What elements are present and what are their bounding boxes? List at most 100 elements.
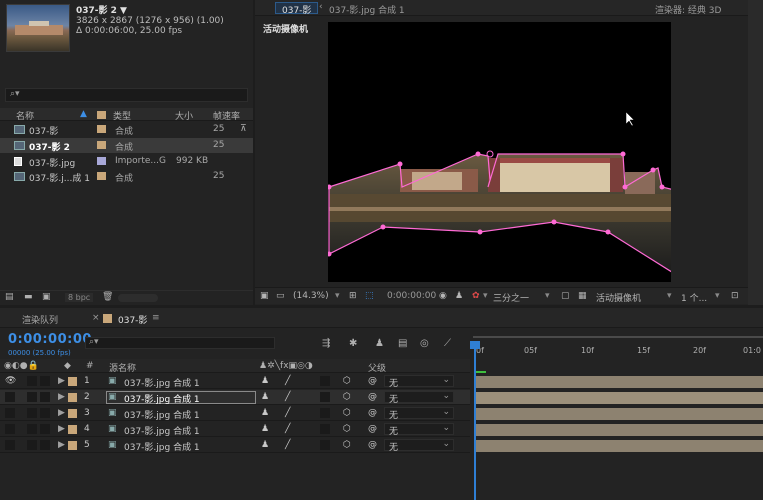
- shy-layers-icon[interactable]: ♟: [375, 338, 384, 349]
- quality-switch-icon[interactable]: ╱: [285, 376, 290, 386]
- parent-dropdown[interactable]: 无 ⌄: [384, 439, 454, 453]
- resolution-dropdown[interactable]: 三分之一: [493, 291, 529, 304]
- renderer-label[interactable]: 渲染器: 经典 3D: [655, 3, 721, 16]
- time-ruler[interactable]: 0f 05f 10f 15f 20f 01:0: [470, 338, 763, 368]
- parent-dropdown[interactable]: 无 ⌄: [384, 391, 454, 405]
- bit-depth-button[interactable]: 8 bpc: [65, 293, 94, 302]
- 3d-layer-icon[interactable]: ⬡: [343, 408, 351, 418]
- solo-toggle[interactable]: [27, 440, 37, 450]
- expand-arrow-icon[interactable]: ▶: [58, 376, 65, 386]
- quality-switch-icon[interactable]: ╱: [285, 440, 290, 450]
- project-item[interactable]: 037-影.j...成 1 合成 25: [0, 169, 253, 184]
- camera-view-dropdown[interactable]: 活动摄像机: [596, 291, 641, 304]
- comp-viewer-tab[interactable]: 037-影: [275, 2, 319, 16]
- expand-arrow-icon[interactable]: ▶: [58, 440, 65, 450]
- 3d-layer-icon[interactable]: ⬡: [343, 440, 351, 450]
- pickwhip-icon[interactable]: @: [368, 424, 377, 434]
- current-time-display[interactable]: 0:00:00:00: [8, 332, 92, 347]
- motion-blur-switch[interactable]: [320, 440, 330, 450]
- label-swatch[interactable]: [97, 157, 106, 165]
- layer-duration-bar[interactable]: [475, 392, 763, 404]
- layer-name[interactable]: 037-影.jpg 合成 1: [124, 408, 200, 421]
- layer-label-swatch[interactable]: [68, 377, 77, 386]
- shy-switch-icon[interactable]: ♟: [261, 376, 269, 386]
- motion-blur-switch[interactable]: [320, 376, 330, 386]
- show-snapshot-icon[interactable]: ♟: [455, 291, 463, 301]
- toggle-pixel-aspect-icon[interactable]: ⊡: [731, 291, 739, 301]
- lock-toggle[interactable]: [40, 440, 50, 450]
- layer-name[interactable]: 037-影.jpg 合成 1: [124, 440, 200, 453]
- layer-duration-bar[interactable]: [475, 408, 763, 420]
- frame-blending-icon[interactable]: ▤: [398, 338, 407, 349]
- layer-row[interactable]: ▶ 4 ▣ 037-影.jpg 合成 1 ♟ ╱ ⬡ @ 无 ⌄: [0, 422, 470, 437]
- layer-label-swatch[interactable]: [68, 441, 77, 450]
- motion-blur-switch[interactable]: [320, 408, 330, 418]
- layer-name[interactable]: 037-影.jpg 合成 1: [124, 392, 200, 405]
- video-toggle[interactable]: [5, 424, 15, 434]
- comp-breadcrumb[interactable]: 037-影.jpg 合成 1: [329, 3, 405, 16]
- lock-toggle[interactable]: [40, 408, 50, 418]
- color-channels-icon[interactable]: ✿: [472, 291, 480, 301]
- layer-label-swatch[interactable]: [68, 425, 77, 434]
- motion-blur-switch[interactable]: [320, 392, 330, 402]
- col-layer-number[interactable]: #: [86, 361, 94, 371]
- region-of-interest-icon[interactable]: ▢: [561, 291, 570, 301]
- right-panel-strip[interactable]: [748, 0, 763, 305]
- col-source-name[interactable]: 源名称: [109, 361, 136, 374]
- tab-render-queue[interactable]: 渲染队列: [22, 313, 58, 326]
- motion-blur-icon[interactable]: ◎: [420, 338, 429, 349]
- video-toggle[interactable]: [5, 440, 15, 450]
- layer-row[interactable]: ▶ 2 ▣ 037-影.jpg 合成 1 ♟ ╱ ⬡ @ 无 ⌄: [0, 390, 470, 405]
- pickwhip-icon[interactable]: @: [368, 408, 377, 418]
- project-scrollbar[interactable]: [118, 294, 158, 302]
- quality-switch-icon[interactable]: ╱: [285, 408, 290, 418]
- layer-duration-bar[interactable]: [475, 424, 763, 436]
- pickwhip-icon[interactable]: @: [368, 392, 377, 402]
- project-item[interactable]: 037-影.jpg Importe...G 992 KB: [0, 154, 253, 169]
- label-swatch[interactable]: [97, 141, 106, 149]
- col-parent[interactable]: 父级: [368, 361, 386, 374]
- comp-mini-flowchart-icon[interactable]: ⇶: [322, 338, 330, 349]
- trash-icon[interactable]: 🗑: [102, 292, 113, 302]
- layer-name[interactable]: 037-影.jpg 合成 1: [124, 424, 200, 437]
- chevron-down-icon[interactable]: ▾: [545, 291, 550, 301]
- solo-toggle[interactable]: [27, 376, 37, 386]
- label-column-icon[interactable]: ◆: [64, 361, 71, 371]
- shy-switch-icon[interactable]: ♟: [261, 440, 269, 450]
- graph-editor-icon[interactable]: ⟋: [444, 338, 451, 349]
- flowchart-icon[interactable]: ⊼: [240, 124, 247, 134]
- chevron-down-icon[interactable]: ▾: [667, 291, 672, 301]
- layer-name[interactable]: 037-影.jpg 合成 1: [124, 376, 200, 389]
- new-folder-icon[interactable]: ▬: [24, 292, 33, 302]
- transparency-grid-icon[interactable]: ▦: [578, 291, 587, 301]
- lock-toggle[interactable]: [40, 424, 50, 434]
- solo-toggle[interactable]: [27, 424, 37, 434]
- switches-icons[interactable]: ♟✲╲fx▣◎◑: [259, 361, 313, 371]
- playhead[interactable]: [474, 343, 476, 500]
- quality-switch-icon[interactable]: ╱: [285, 424, 290, 434]
- pickwhip-icon[interactable]: @: [368, 440, 377, 450]
- 3d-layer-icon[interactable]: ⬡: [343, 376, 351, 386]
- 3d-layer-icon[interactable]: ⬡: [343, 392, 351, 402]
- video-toggle[interactable]: [5, 408, 15, 418]
- chevron-down-icon[interactable]: ▾: [483, 291, 488, 301]
- shy-switch-icon[interactable]: ♟: [261, 408, 269, 418]
- av-features-icons[interactable]: ◉◐●🔒: [4, 361, 39, 371]
- interpret-footage-icon[interactable]: ▤: [5, 292, 14, 302]
- col-type[interactable]: 类型: [113, 109, 131, 122]
- pickwhip-icon[interactable]: @: [368, 376, 377, 386]
- layer-duration-bar[interactable]: [475, 376, 763, 388]
- project-item[interactable]: 037-影 2 合成 25: [0, 138, 253, 153]
- shy-switch-icon[interactable]: ♟: [261, 424, 269, 434]
- label-swatch[interactable]: [97, 172, 106, 180]
- snapshot-icon[interactable]: ◉: [439, 291, 447, 301]
- col-fps[interactable]: 帧速率: [213, 109, 240, 122]
- menu-icon[interactable]: ≡: [152, 313, 160, 323]
- motion-blur-switch[interactable]: [320, 424, 330, 434]
- close-icon[interactable]: ×: [92, 313, 100, 323]
- tab-comp[interactable]: 037-影: [118, 313, 147, 326]
- zoom-dropdown[interactable]: (14.3%): [293, 291, 329, 301]
- project-comp-name[interactable]: 037-影 2 ▼: [76, 3, 127, 16]
- new-comp-icon[interactable]: ▣: [42, 292, 51, 302]
- expand-arrow-icon[interactable]: ▶: [58, 408, 65, 418]
